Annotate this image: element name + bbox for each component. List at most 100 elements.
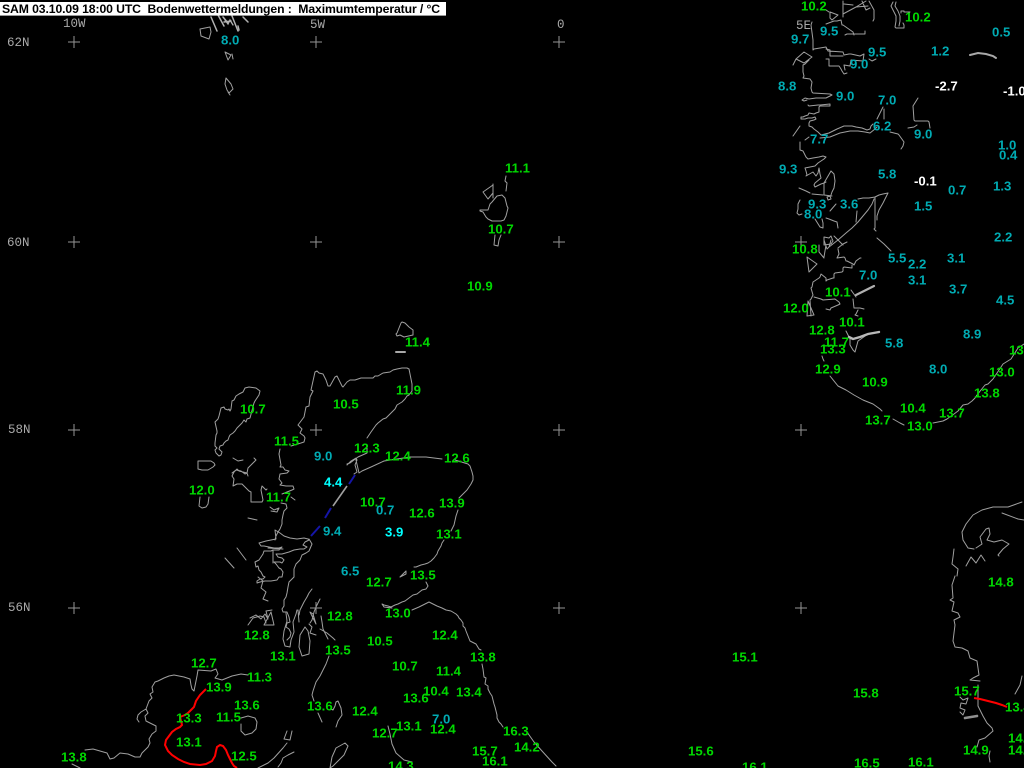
svg-text:12.8: 12.8 <box>244 628 270 643</box>
svg-text:8.0: 8.0 <box>929 362 947 377</box>
svg-text:7.0: 7.0 <box>432 712 450 727</box>
svg-text:12.9: 12.9 <box>815 362 841 377</box>
svg-text:7.0: 7.0 <box>859 268 877 283</box>
svg-text:3.1: 3.1 <box>908 273 926 288</box>
svg-text:4.4: 4.4 <box>324 475 343 490</box>
svg-text:16.1: 16.1 <box>482 754 508 768</box>
svg-text:11.5: 11.5 <box>274 434 299 449</box>
svg-text:13.1: 13.1 <box>270 649 296 664</box>
svg-text:13.1: 13.1 <box>436 527 462 542</box>
svg-text:0.7: 0.7 <box>948 183 966 198</box>
svg-text:11.1: 11.1 <box>505 161 530 176</box>
svg-text:6.5: 6.5 <box>341 564 359 579</box>
svg-text:9.3: 9.3 <box>779 162 797 177</box>
svg-text:13.8: 13.8 <box>61 750 87 765</box>
svg-text:8.9: 8.9 <box>963 327 981 342</box>
svg-text:8.8: 8.8 <box>778 79 796 94</box>
svg-text:-2.7: -2.7 <box>935 79 958 94</box>
svg-text:1.5: 1.5 <box>914 199 932 214</box>
svg-text:16.1: 16.1 <box>742 760 768 768</box>
svg-text:3.9: 3.9 <box>385 525 403 540</box>
svg-text:-1.0: -1.0 <box>1003 84 1024 99</box>
svg-text:13.4: 13.4 <box>456 685 482 700</box>
svg-text:SAM 03.10.09 18:00 UTC Bodenw: SAM 03.10.09 18:00 UTC Bodenwettermeldun… <box>2 2 440 16</box>
svg-text:9.0: 9.0 <box>914 127 932 142</box>
svg-text:13.8: 13.8 <box>470 650 496 665</box>
svg-text:16.3: 16.3 <box>503 724 529 739</box>
svg-text:13.0: 13.0 <box>385 606 411 621</box>
svg-text:9.4: 9.4 <box>323 524 342 539</box>
svg-text:13.7: 13.7 <box>939 406 965 421</box>
svg-text:4.5: 4.5 <box>996 293 1014 308</box>
svg-text:16.5: 16.5 <box>854 756 880 768</box>
svg-text:14.8: 14.8 <box>988 575 1014 590</box>
svg-text:12.8: 12.8 <box>327 609 353 624</box>
svg-text:7.7: 7.7 <box>810 132 828 147</box>
svg-text:14.1: 14.1 <box>1008 743 1024 758</box>
svg-text:15.7: 15.7 <box>954 684 980 699</box>
svg-text:10.4: 10.4 <box>900 401 926 416</box>
svg-text:16.1: 16.1 <box>908 755 934 768</box>
svg-text:1.2: 1.2 <box>931 44 949 59</box>
svg-text:12.4: 12.4 <box>352 704 378 719</box>
svg-text:3.6: 3.6 <box>840 197 858 212</box>
svg-text:0.5: 0.5 <box>992 25 1010 40</box>
svg-text:3.7: 3.7 <box>949 282 967 297</box>
svg-text:10.2: 10.2 <box>801 0 827 14</box>
svg-text:14.9: 14.9 <box>963 743 989 758</box>
svg-text:12.7: 12.7 <box>366 575 392 590</box>
svg-text:13.0: 13.0 <box>907 419 933 434</box>
svg-text:0: 0 <box>557 18 565 32</box>
svg-text:5W: 5W <box>310 18 326 32</box>
svg-text:10.9: 10.9 <box>862 375 888 390</box>
svg-text:62N: 62N <box>7 36 30 50</box>
svg-text:13.3: 13.3 <box>820 342 846 357</box>
svg-text:10.5: 10.5 <box>333 397 359 412</box>
svg-text:12.0: 12.0 <box>783 301 809 316</box>
svg-text:56N: 56N <box>8 601 31 615</box>
svg-text:13.6: 13.6 <box>307 699 333 714</box>
svg-text:13.5: 13.5 <box>410 568 436 583</box>
svg-text:7.0: 7.0 <box>878 93 896 108</box>
svg-text:14.2: 14.2 <box>514 740 540 755</box>
svg-text:13.5: 13.5 <box>325 643 351 658</box>
svg-text:9.0: 9.0 <box>836 89 854 104</box>
svg-text:13.9: 13.9 <box>439 496 465 511</box>
svg-text:1.3: 1.3 <box>993 179 1011 194</box>
svg-text:12.3: 12.3 <box>354 441 380 456</box>
svg-text:12.4: 12.4 <box>385 449 411 464</box>
svg-text:10.8: 10.8 <box>792 242 818 257</box>
svg-text:11.4: 11.4 <box>405 335 431 350</box>
svg-text:8.0: 8.0 <box>804 207 822 222</box>
svg-text:11.9: 11.9 <box>396 383 421 398</box>
svg-text:12.7: 12.7 <box>372 726 398 741</box>
svg-text:15.1: 15.1 <box>732 650 758 665</box>
svg-text:9.5: 9.5 <box>868 45 886 60</box>
svg-text:9.0: 9.0 <box>314 449 332 464</box>
svg-text:15.6: 15.6 <box>688 744 714 759</box>
svg-text:9.0: 9.0 <box>850 57 868 72</box>
svg-text:11.5: 11.5 <box>216 710 241 725</box>
svg-text:11.4: 11.4 <box>436 664 462 679</box>
svg-text:5.5: 5.5 <box>888 251 906 266</box>
svg-text:10.7: 10.7 <box>240 402 266 417</box>
svg-text:10.9: 10.9 <box>467 279 493 294</box>
svg-text:13.0: 13.0 <box>1009 343 1024 358</box>
svg-text:5.8: 5.8 <box>878 167 896 182</box>
svg-text:6.2: 6.2 <box>873 119 891 134</box>
svg-text:13.7: 13.7 <box>865 413 891 428</box>
svg-text:10W: 10W <box>63 17 86 31</box>
svg-text:3.1: 3.1 <box>947 251 965 266</box>
svg-text:15.8: 15.8 <box>853 686 879 701</box>
svg-text:60N: 60N <box>7 236 30 250</box>
svg-text:12.6: 12.6 <box>444 451 470 466</box>
svg-text:13.0: 13.0 <box>989 365 1015 380</box>
svg-text:10.1: 10.1 <box>825 285 851 300</box>
svg-text:13.9: 13.9 <box>206 680 232 695</box>
svg-text:2.2: 2.2 <box>994 230 1012 245</box>
svg-text:13.1: 13.1 <box>176 735 202 750</box>
svg-text:12.5: 12.5 <box>231 749 257 764</box>
svg-text:13.1: 13.1 <box>396 719 422 734</box>
svg-text:11.7: 11.7 <box>266 490 291 505</box>
svg-text:12.4: 12.4 <box>432 628 458 643</box>
